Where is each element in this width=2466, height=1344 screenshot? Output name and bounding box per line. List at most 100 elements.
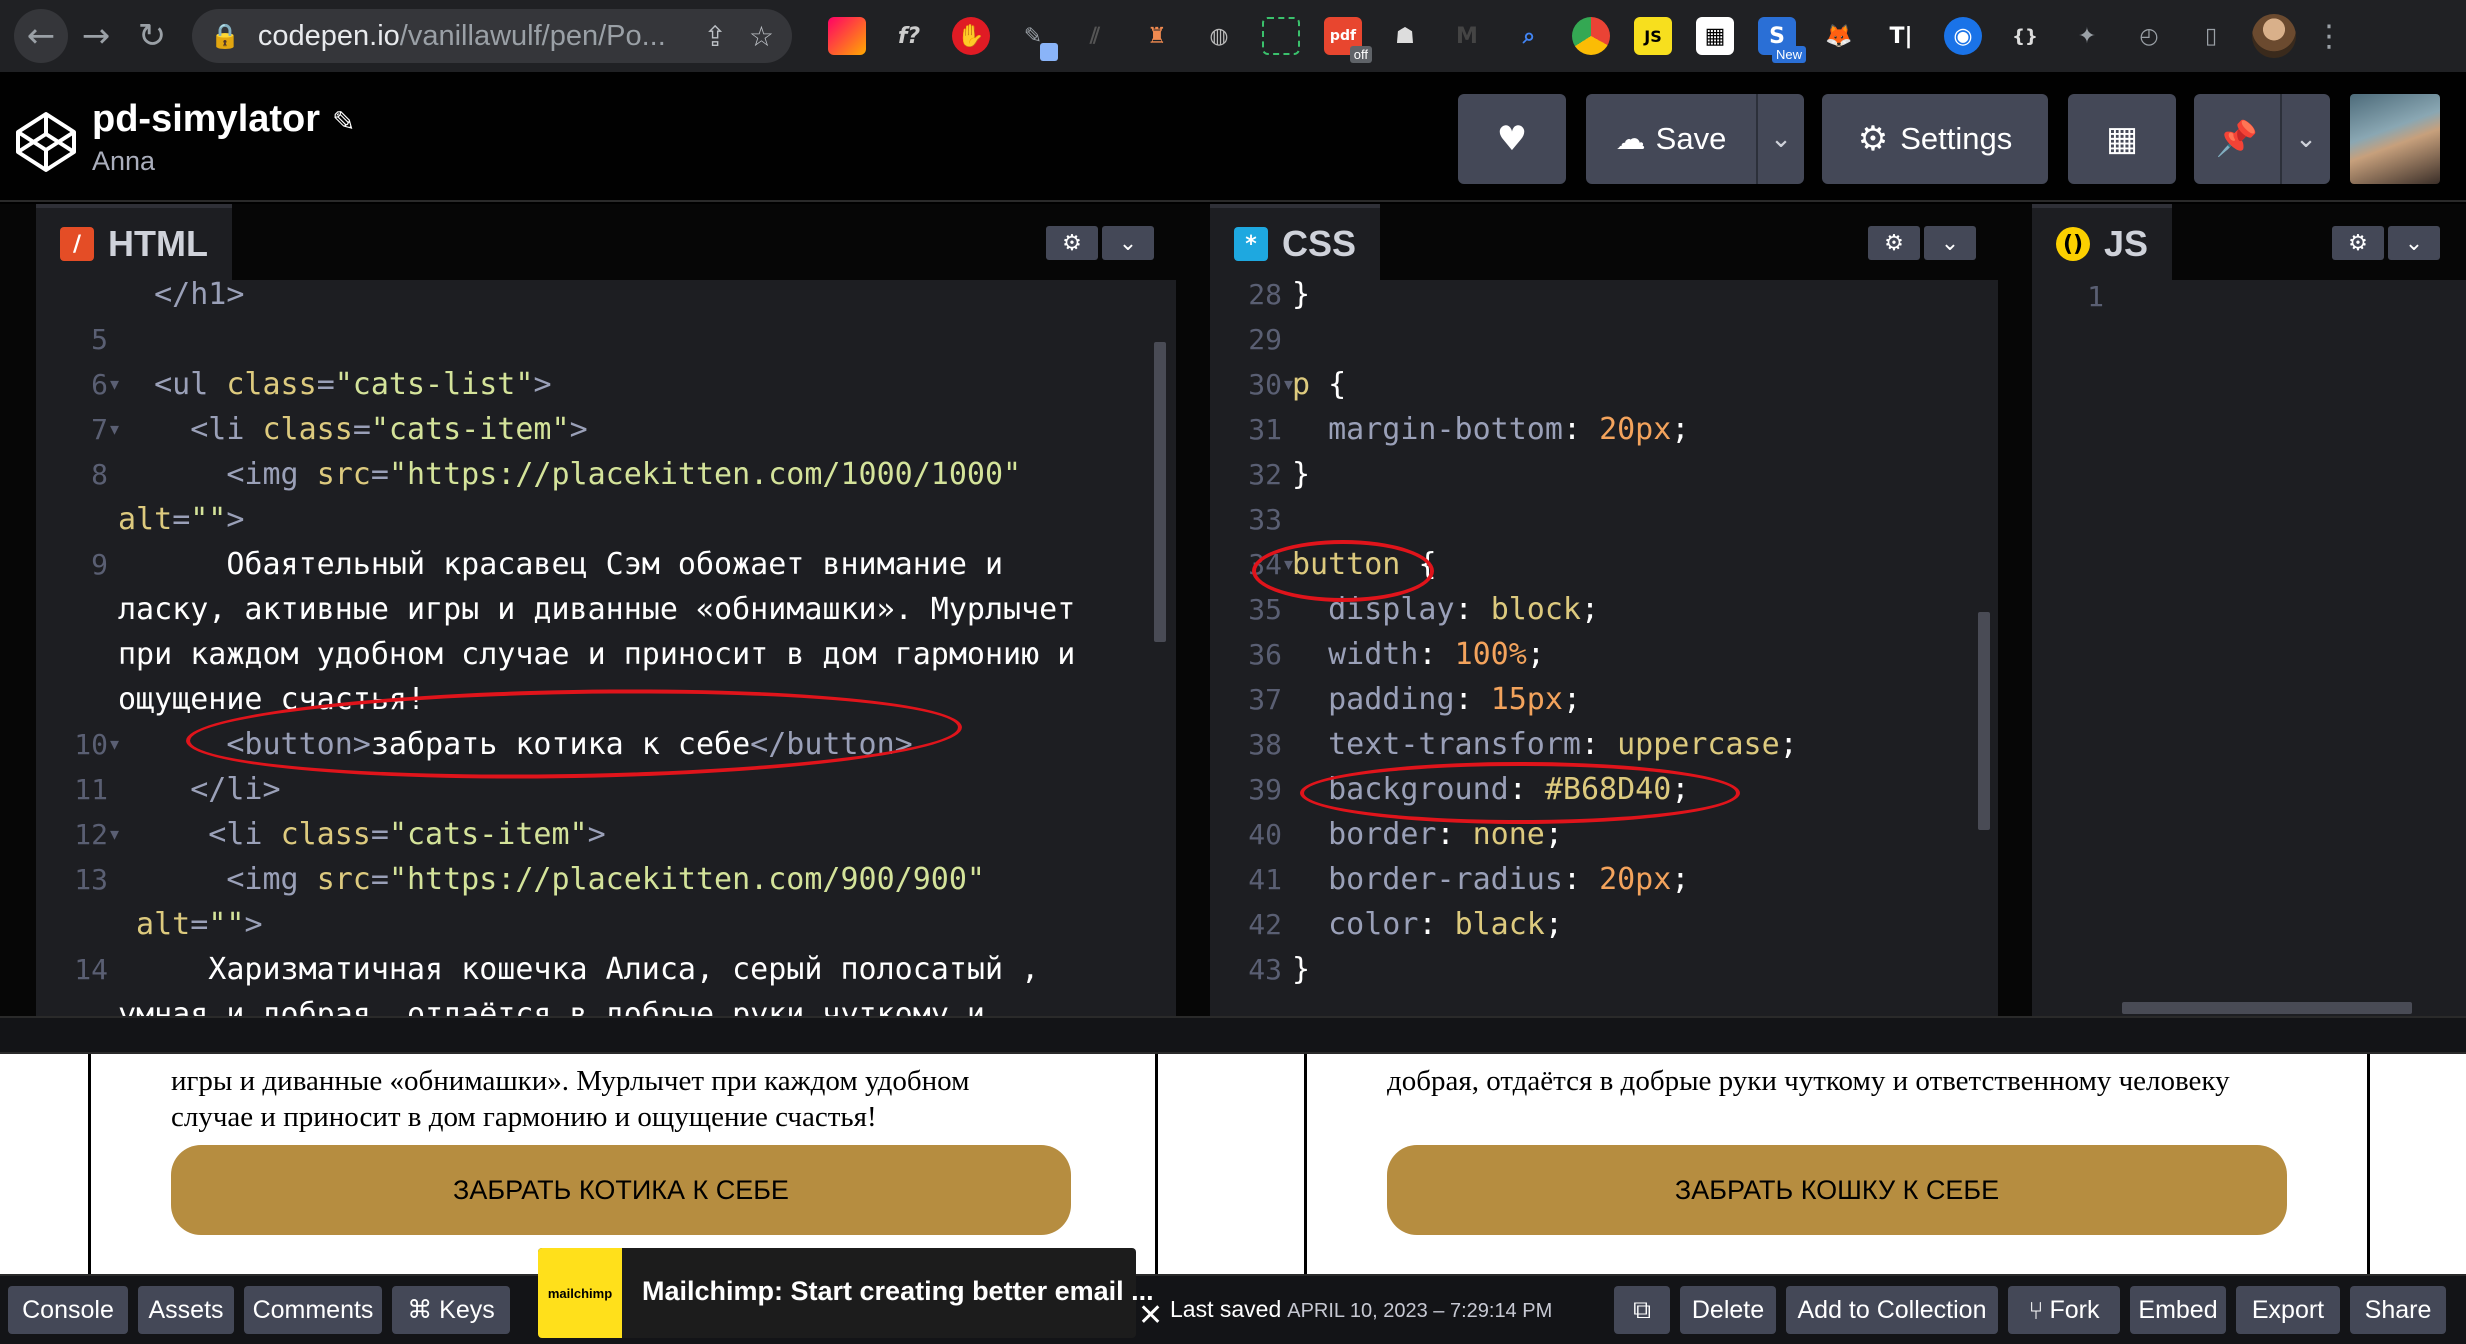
take-kitten-button[interactable]: забрать котика к себе (171, 1145, 1071, 1235)
ad-close-icon[interactable]: ✕ (1138, 1298, 1163, 1333)
metamask-fox-icon[interactable]: 🦊 (1820, 17, 1858, 55)
performance-icon[interactable]: ◴ (2130, 17, 2168, 55)
js-horizontal-scrollbar[interactable] (2122, 1002, 2412, 1014)
code-token: : (1454, 682, 1491, 717)
user-avatar[interactable] (2350, 94, 2440, 184)
striped-extension-icon[interactable]: ⫽ (1076, 17, 1114, 55)
text-extension-icon[interactable]: T| (1882, 17, 1920, 55)
code-text: } (1292, 947, 1310, 992)
record-extension-icon[interactable]: ◉ (1944, 17, 1982, 55)
love-button[interactable]: ♥ (1458, 94, 1566, 184)
keys-button[interactable]: ⌘ Keys (392, 1286, 510, 1334)
code-line: 41 border-radius: 20px; (1210, 857, 1998, 902)
add-to-collection-button[interactable]: Add to Collection (1786, 1286, 1998, 1334)
css-scrollbar[interactable] (1978, 612, 1990, 830)
export-button[interactable]: Export (2236, 1286, 2340, 1334)
pen-author[interactable]: Anna (92, 146, 155, 177)
stop-hand-extension-icon[interactable]: ✋ (952, 17, 990, 55)
gmail-extension-icon[interactable]: M (1448, 17, 1486, 55)
code-token: ощущение счастья! (118, 682, 426, 717)
function-extension-icon[interactable]: f? (890, 17, 928, 55)
tab-html[interactable]: / HTML (36, 204, 232, 280)
globe-extension-icon[interactable]: ◍ (1200, 17, 1238, 55)
bookmark-star-icon[interactable]: ☆ (749, 20, 774, 53)
pin-button[interactable]: 📌 (2194, 119, 2280, 159)
preview-resize-bar[interactable] (0, 1016, 2466, 1054)
mailchimp-ad[interactable]: mailchimp Mailchimp: Start creating bett… (538, 1248, 1154, 1338)
code-line: 43} (1210, 947, 1998, 992)
search-extension-icon[interactable]: ⌕ (1510, 17, 1548, 55)
stackoverflow-extension-icon[interactable]: S New (1758, 17, 1806, 63)
js-code-area[interactable]: 1 (2032, 280, 2466, 1016)
share-icon[interactable]: ⇪ (703, 20, 726, 53)
forward-arrow-icon[interactable]: → (68, 8, 124, 64)
color-picker-extension-icon[interactable] (1572, 17, 1610, 55)
grid-extension-icon[interactable]: ▦ (1696, 17, 1734, 55)
codepen-logo-icon[interactable] (14, 110, 78, 174)
comments-button[interactable]: Comments (244, 1286, 382, 1334)
code-token: color (1292, 907, 1419, 942)
pane-resizer-right[interactable] (1998, 204, 2032, 1016)
code-token: "https://placekitten.com/1000/1000" (388, 457, 1022, 492)
code-token: class (226, 367, 317, 402)
change-view-button[interactable]: ▦ (2068, 94, 2176, 184)
js-collapse-chevron-icon[interactable]: ⌄ (2388, 226, 2440, 260)
screenshot-extension-icon[interactable] (1262, 17, 1300, 55)
address-bar[interactable]: 🔒 codepen.io/vanillawulf/pen/Po... ⇪ ☆ (192, 9, 792, 63)
pane-resizer-left[interactable] (0, 204, 36, 1016)
last-saved-status: Last saved APRIL 10, 2023 – 7:29:14 PM (1170, 1296, 1553, 1322)
code-token: ; (1581, 592, 1600, 627)
code-token: p (1292, 367, 1329, 402)
code-token: black (1454, 907, 1545, 942)
json-extension-icon[interactable]: {} (2006, 17, 2044, 55)
html-code-area[interactable]: </h1> 5 6 ▾ <ul class="cats-list"> 7 ▾ <li cl… (36, 280, 1176, 1016)
fork-button[interactable]: ⑂ Fork (2008, 1286, 2120, 1334)
settings-button[interactable]: ⚙ Settings (1822, 94, 2048, 184)
share-button[interactable]: Share (2350, 1286, 2446, 1334)
layout-grid-icon: ▦ (2105, 119, 2139, 159)
pin-options-chevron-icon[interactable]: ⌄ (2280, 94, 2330, 184)
eyedropper-extension-icon[interactable]: ✎ (1014, 17, 1058, 61)
open-external-icon[interactable]: ⧉ (1614, 1286, 1670, 1334)
css-collapse-chevron-icon[interactable]: ⌄ (1924, 226, 1976, 260)
puzzle-extensions-icon[interactable]: ✦ (2068, 17, 2106, 55)
sidebar-icon[interactable]: ▯ (2192, 17, 2230, 55)
code-token: class (280, 817, 371, 852)
html-scrollbar[interactable] (1154, 342, 1166, 642)
delete-button[interactable]: Delete (1680, 1286, 1776, 1334)
take-cat-button[interactable]: забрать кошку к себе (1387, 1145, 2287, 1235)
line-number: 33 (1248, 503, 1282, 536)
assets-button[interactable]: Assets (138, 1286, 234, 1334)
code-token: = (370, 862, 389, 897)
console-button[interactable]: Console (8, 1286, 128, 1334)
code-token: ; (1544, 907, 1563, 942)
embed-button[interactable]: Embed (2130, 1286, 2226, 1334)
url-text: codepen.io/vanillawulf/pen/Po... (257, 19, 666, 52)
pdf-extension-icon[interactable]: pdf off (1324, 17, 1372, 63)
save-options-chevron-icon[interactable]: ⌄ (1756, 94, 1804, 184)
ninja-extension-icon[interactable]: ☗ (1386, 17, 1424, 55)
browser-menu-icon[interactable]: ⋮ (2314, 19, 2344, 54)
browser-profile-avatar[interactable] (2252, 14, 2296, 58)
rocket-extension-icon[interactable]: ♜ (1138, 17, 1176, 55)
code-token: = (172, 502, 191, 537)
code-text: background: #B68D40; (1292, 767, 1689, 812)
pane-resizer-middle[interactable] (1176, 204, 1210, 1016)
gradient-extension-icon[interactable] (828, 17, 866, 55)
pen-title[interactable]: pd-simylator ✎ (92, 98, 356, 141)
html-collapse-chevron-icon[interactable]: ⌄ (1102, 226, 1154, 260)
js-settings-gear-icon[interactable]: ⚙ (2332, 226, 2384, 260)
css-settings-gear-icon[interactable]: ⚙ (1868, 226, 1920, 260)
pencil-edit-icon[interactable]: ✎ (332, 105, 355, 138)
back-arrow-icon[interactable]: ← (14, 9, 68, 63)
html-settings-gear-icon[interactable]: ⚙ (1046, 226, 1098, 260)
tab-css[interactable]: * CSS (1210, 204, 1381, 280)
js-extension-icon[interactable]: JS (1634, 17, 1672, 55)
save-button[interactable]: ☁ Save (1586, 121, 1756, 157)
css-code-area[interactable]: 28} 29 30 ▾ p {31 margin-bottom: 20px; 32} 33 3… (1210, 280, 1998, 1016)
code-text: text-transform: uppercase; (1292, 722, 1798, 767)
code-token: > (226, 502, 245, 537)
tab-js[interactable]: () JS (2032, 204, 2173, 280)
reload-icon[interactable]: ↻ (124, 8, 180, 64)
code-token: button (1292, 547, 1419, 582)
